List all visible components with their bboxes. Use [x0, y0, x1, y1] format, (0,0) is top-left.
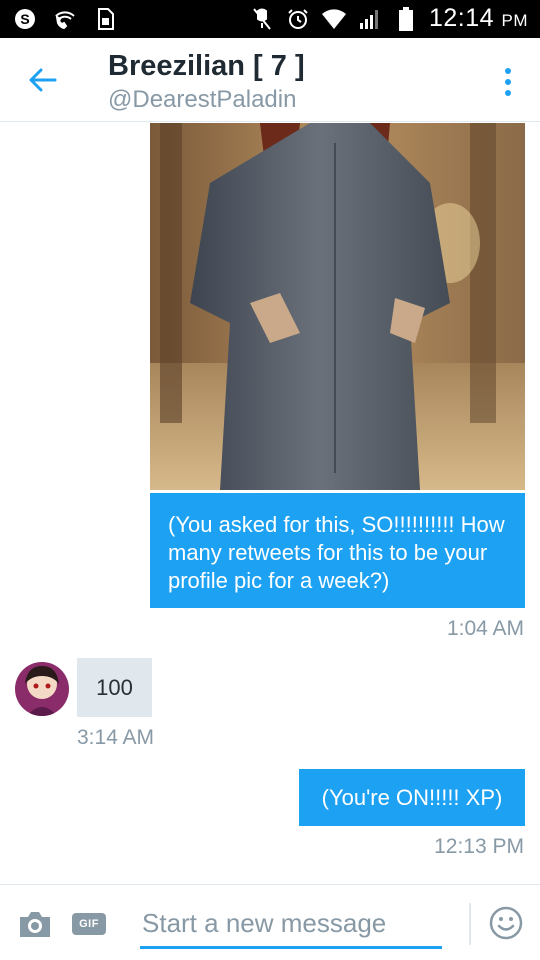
message-timestamp: 1:04 AM: [446, 617, 524, 640]
message-input[interactable]: [140, 901, 442, 949]
gif-button[interactable]: GIF: [72, 913, 106, 935]
wifi-call-icon: [52, 6, 78, 32]
more-options-button[interactable]: [498, 64, 518, 100]
message-photo[interactable]: [150, 123, 525, 490]
status-bar: S 12:14 PM: [0, 0, 540, 38]
back-button[interactable]: [22, 62, 62, 98]
camera-button[interactable]: [18, 909, 52, 939]
wifi-icon: [321, 6, 347, 32]
outgoing-message[interactable]: (You asked for this, SO!!!!!!!!!! How ma…: [150, 493, 525, 608]
battery-icon: [393, 6, 419, 32]
camera-icon: [20, 912, 50, 937]
conversation-header: Breezilian [ 7 ] @DearestPaladin: [0, 38, 540, 122]
message-composer: GIF: [0, 884, 540, 960]
smiley-icon: [489, 906, 523, 940]
clock: 12:14 PM: [428, 4, 528, 32]
more-vert-icon: [505, 68, 511, 74]
message-timestamp: 12:13 PM: [434, 835, 524, 858]
alarm-icon: [285, 6, 311, 32]
avatar[interactable]: [15, 662, 69, 716]
message-timestamp: 3:14 AM: [77, 726, 155, 749]
outgoing-message[interactable]: (You're ON!!!!! XP): [299, 769, 525, 826]
signal-icon: [357, 6, 383, 32]
arrow-left-icon: [29, 68, 57, 92]
sim-icon: [92, 6, 118, 32]
conversation-handle: @DearestPaladin: [108, 86, 297, 113]
message-list[interactable]: (You asked for this, SO!!!!!!!!!! How ma…: [0, 123, 540, 883]
mute-icon: [249, 6, 275, 32]
incoming-message[interactable]: 100: [77, 658, 152, 717]
skype-icon: S: [12, 6, 38, 32]
emoji-button[interactable]: [488, 905, 524, 941]
svg-text:S: S: [20, 11, 29, 27]
conversation-title: Breezilian [ 7 ]: [108, 50, 305, 82]
divider: [469, 903, 471, 945]
